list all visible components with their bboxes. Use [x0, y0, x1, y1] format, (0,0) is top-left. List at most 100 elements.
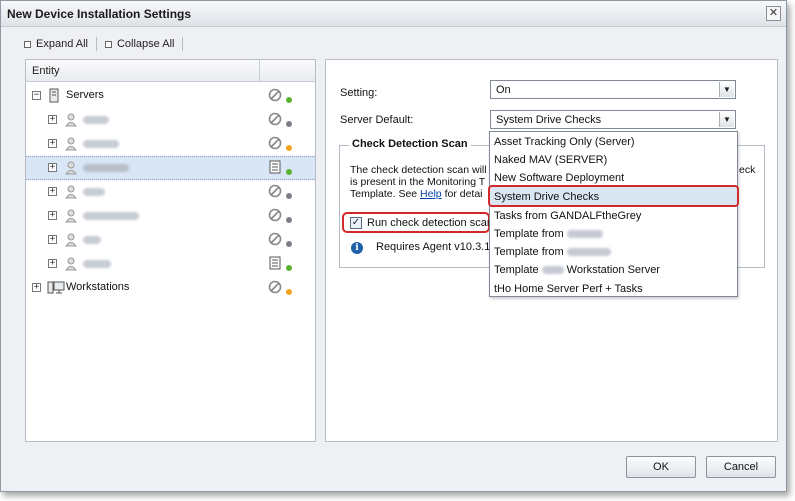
expand-toggle-icon[interactable]: +: [32, 283, 41, 292]
redacted-name: [566, 230, 603, 239]
scan-description-line2: is present in the Monitoring T: [350, 176, 486, 188]
server-default-select[interactable]: System Drive Checks ▼: [490, 110, 736, 129]
client-icon: [65, 137, 77, 151]
ok-button[interactable]: OK: [626, 456, 696, 478]
no-policy-icon: [268, 232, 282, 246]
dropdown-option-text: Template from: [494, 246, 564, 258]
setting-label: Setting:: [340, 87, 378, 99]
dropdown-option[interactable]: Asset Tracking Only (Server): [494, 136, 635, 154]
workstations-label: Workstations: [66, 281, 130, 293]
scan-description-line1: The check detection scan will: [350, 164, 487, 176]
expand-toggle-icon[interactable]: +: [48, 163, 57, 172]
expand-toggle-icon[interactable]: +: [48, 139, 57, 148]
tree-row-servers[interactable]: − Servers: [26, 84, 315, 108]
expand-toggle-icon[interactable]: +: [48, 211, 57, 220]
grid-header: Entity: [26, 60, 315, 82]
no-policy-icon: [268, 208, 282, 222]
server-icon: [49, 88, 59, 103]
client-icon: [65, 233, 77, 247]
redacted-client-name: [83, 116, 109, 124]
server-default-label: Server Default:: [340, 114, 414, 126]
close-button[interactable]: ✕: [766, 6, 781, 21]
collapse-all-button[interactable]: Collapse All: [99, 38, 180, 50]
dropdown-option[interactable]: Naked MAV (SERVER): [494, 154, 607, 172]
status-dot-green: [286, 265, 292, 271]
status-dot-orange: [286, 145, 292, 151]
tree-row[interactable]: +: [26, 108, 315, 132]
client-icon: [65, 113, 77, 127]
status-dot-green: [286, 97, 292, 103]
expand-toggle-icon[interactable]: +: [48, 259, 57, 268]
status-dot-orange: [286, 289, 292, 295]
redacted-client-name: [83, 260, 111, 268]
column-divider[interactable]: [259, 60, 260, 82]
dropdown-option[interactable]: Template from: [494, 246, 614, 264]
tree-row[interactable]: +: [26, 252, 315, 276]
scan-description-line3: Template. See Help for detai: [350, 188, 483, 200]
tree-row[interactable]: +: [26, 180, 315, 204]
tree-row[interactable]: +: [26, 204, 315, 228]
help-link[interactable]: Help: [420, 188, 442, 200]
dropdown-option[interactable]: New Software Deployment: [494, 172, 624, 190]
no-policy-icon: [268, 136, 282, 150]
policy-document-icon: [269, 256, 281, 270]
tree-row-selected[interactable]: +: [26, 156, 315, 180]
status-dot-gray: [286, 193, 292, 199]
toolbar-separator: [95, 37, 97, 51]
no-policy-icon: [268, 112, 282, 126]
expand-toggle-icon[interactable]: +: [48, 115, 57, 124]
dialog-title: New Device Installation Settings: [7, 7, 192, 21]
no-policy-icon: [268, 280, 282, 294]
info-icon: i: [351, 242, 363, 254]
scan-description-post: for detai: [441, 188, 483, 200]
scan-description-pre: Template. See: [350, 188, 421, 200]
tree-row-workstations[interactable]: + Workstations: [26, 276, 315, 300]
run-scan-checkbox[interactable]: ✓: [350, 217, 362, 229]
run-scan-label[interactable]: Run check detection scan: [367, 217, 493, 229]
expand-all-label: Expand All: [36, 38, 88, 50]
entity-tree-panel: Entity − Servers + + + + + + + + Worksta…: [25, 59, 316, 442]
redacted-name: [541, 266, 564, 275]
title-bar: New Device Installation Settings ✕: [1, 1, 786, 27]
tree-toolbar: Expand All Collapse All: [18, 36, 185, 52]
dropdown-option-text: Template: [494, 264, 539, 276]
status-dot-gray: [286, 241, 292, 247]
toolbar-separator: [182, 37, 184, 51]
chevron-down-icon[interactable]: ▼: [719, 112, 734, 127]
workstation-icon: [47, 281, 65, 294]
redacted-client-name: [83, 188, 105, 196]
client-icon: [65, 209, 77, 223]
collapse-icon: [104, 40, 112, 48]
dropdown-option-suffix: Workstation Server: [566, 264, 660, 276]
dropdown-option[interactable]: Template Workstation Server: [494, 264, 660, 282]
entity-column-header[interactable]: Entity: [32, 65, 60, 77]
dropdown-option-text: Template from: [494, 228, 564, 240]
agent-requirement-note: Requires Agent v10.3.1: [376, 241, 491, 253]
policy-document-icon: [269, 160, 281, 174]
setting-select[interactable]: On ▼: [490, 80, 736, 99]
servers-label: Servers: [66, 89, 104, 101]
expand-toggle-icon[interactable]: +: [48, 235, 57, 244]
redacted-client-name: [83, 140, 119, 148]
dropdown-option-selected[interactable]: System Drive Checks: [494, 191, 599, 209]
dropdown-option[interactable]: Tasks from GANDALFtheGrey: [494, 210, 641, 228]
expand-all-button[interactable]: Expand All: [18, 38, 94, 50]
setting-value: On: [496, 84, 511, 96]
cancel-button[interactable]: Cancel: [706, 456, 776, 478]
client-icon: [65, 257, 77, 271]
expand-icon: [24, 40, 31, 48]
collapse-all-label: Collapse All: [116, 38, 175, 50]
redacted-name: [566, 248, 611, 257]
tree-row[interactable]: +: [26, 132, 315, 156]
dropdown-option[interactable]: tHo Home Server Perf + Tasks: [494, 283, 643, 301]
chevron-down-icon[interactable]: ▼: [719, 82, 734, 97]
collapse-toggle-icon[interactable]: −: [32, 91, 41, 100]
no-policy-icon: [268, 184, 282, 198]
redacted-client-name: [83, 164, 129, 172]
status-dot-gray: [286, 121, 292, 127]
client-icon: [65, 161, 77, 175]
scan-description-line1-end: eck: [739, 164, 756, 176]
tree-row[interactable]: +: [26, 228, 315, 252]
expand-toggle-icon[interactable]: +: [48, 187, 57, 196]
dropdown-option[interactable]: Template from: [494, 228, 606, 246]
